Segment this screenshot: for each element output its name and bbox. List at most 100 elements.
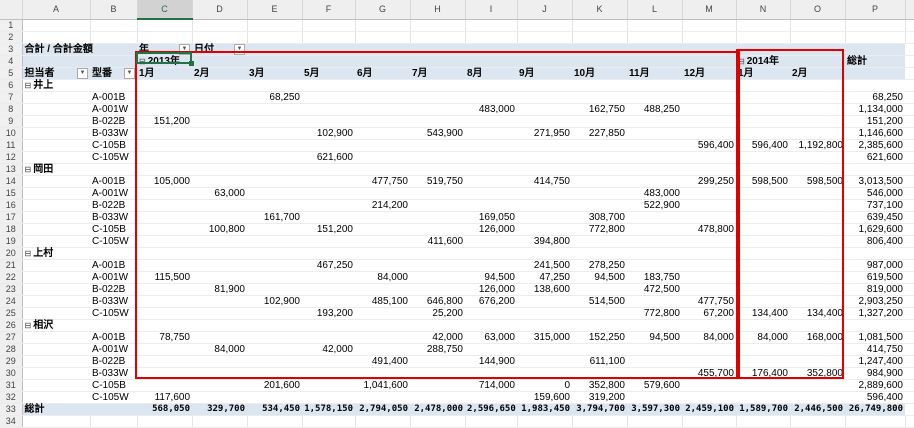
cell[interactable] — [845, 247, 905, 260]
cell[interactable] — [627, 43, 682, 56]
collapse-icon[interactable]: ⊟ — [25, 248, 32, 259]
row-number[interactable]: 34 — [0, 415, 23, 428]
column-header-F[interactable]: F — [302, 0, 356, 20]
value-cell[interactable]: 455,700 — [682, 367, 736, 380]
value-cell[interactable]: 611,100 — [572, 355, 627, 368]
row-total-cell[interactable]: 3,013,500 — [845, 175, 905, 188]
cell[interactable] — [247, 43, 302, 56]
value-cell[interactable] — [247, 127, 302, 140]
cell[interactable] — [627, 79, 682, 92]
value-cell[interactable] — [192, 211, 247, 224]
value-cell[interactable] — [517, 199, 572, 212]
row-number[interactable]: 26 — [0, 319, 23, 332]
value-cell[interactable] — [355, 211, 410, 224]
cell[interactable] — [905, 235, 914, 248]
value-cell[interactable] — [682, 379, 736, 392]
row-total-cell[interactable]: 1,247,400 — [845, 355, 905, 368]
value-cell[interactable] — [682, 235, 736, 248]
cell[interactable] — [627, 247, 682, 260]
row-total-cell[interactable]: 1,081,500 — [845, 331, 905, 344]
column-header-I[interactable]: I — [465, 0, 518, 20]
value-cell[interactable] — [736, 379, 790, 392]
value-cell[interactable] — [192, 391, 247, 404]
cell[interactable] — [465, 163, 517, 176]
cell[interactable] — [572, 163, 627, 176]
value-cell[interactable] — [137, 151, 192, 164]
value-cell[interactable] — [736, 103, 790, 116]
value-cell[interactable]: 288,750 — [410, 343, 465, 356]
value-cell[interactable]: 169,050 — [465, 211, 517, 224]
cell[interactable] — [22, 187, 90, 200]
cell[interactable] — [355, 319, 410, 332]
value-cell[interactable] — [736, 151, 790, 164]
value-cell[interactable] — [137, 103, 192, 116]
year-filter-dropdown-icon[interactable]: ▼ — [179, 43, 190, 55]
cell[interactable] — [905, 91, 914, 104]
cell[interactable] — [736, 31, 791, 44]
month-header[interactable]: 1月 — [736, 67, 790, 80]
value-cell[interactable]: 134,400 — [790, 307, 845, 320]
value-cell[interactable] — [627, 115, 682, 128]
column-total-cell[interactable]: 329,700 — [192, 402, 247, 416]
cell[interactable] — [302, 31, 356, 44]
cell[interactable] — [410, 55, 465, 68]
row-total-cell[interactable]: 596,400 — [845, 391, 905, 404]
value-cell[interactable] — [302, 355, 355, 368]
cell[interactable] — [790, 415, 846, 428]
value-cell[interactable]: 485,100 — [355, 295, 410, 308]
value-cell[interactable]: 161,700 — [247, 211, 302, 224]
cell[interactable] — [90, 43, 137, 56]
cell[interactable] — [302, 43, 355, 56]
cell[interactable] — [90, 319, 137, 332]
cell[interactable] — [682, 163, 736, 176]
value-cell[interactable]: 84,000 — [192, 343, 247, 356]
cell[interactable] — [905, 19, 914, 32]
value-cell[interactable] — [627, 367, 682, 380]
row-number[interactable]: 29 — [0, 355, 23, 368]
model-label[interactable]: A-001W — [90, 271, 137, 284]
cell[interactable] — [905, 295, 914, 308]
cell[interactable] — [736, 415, 791, 428]
value-cell[interactable]: 227,850 — [572, 127, 627, 140]
cell[interactable] — [90, 247, 137, 260]
cell[interactable] — [137, 31, 193, 44]
value-cell[interactable] — [465, 115, 517, 128]
value-cell[interactable]: 94,500 — [627, 331, 682, 344]
person-group-header[interactable]: ⊟ 上村 — [22, 247, 90, 260]
cell[interactable] — [137, 319, 192, 332]
value-cell[interactable] — [247, 199, 302, 212]
value-cell[interactable]: 94,500 — [572, 271, 627, 284]
collapse-icon[interactable]: ⊟ — [139, 56, 146, 67]
value-cell[interactable] — [302, 283, 355, 296]
value-cell[interactable] — [790, 115, 845, 128]
value-cell[interactable] — [410, 355, 465, 368]
cell[interactable] — [410, 319, 465, 332]
model-label[interactable]: A-001B — [90, 175, 137, 188]
value-cell[interactable] — [790, 127, 845, 140]
model-label[interactable]: B-022B — [90, 355, 137, 368]
column-header-N[interactable]: N — [736, 0, 791, 20]
value-cell[interactable]: 299,250 — [682, 175, 736, 188]
cell[interactable] — [905, 79, 914, 92]
model-label[interactable]: B-033W — [90, 295, 137, 308]
date-field-header[interactable]: 日付 ▼ — [192, 43, 247, 56]
grand-total-label[interactable]: 総計 — [22, 402, 90, 416]
value-cell[interactable] — [302, 175, 355, 188]
column-total-cell[interactable]: 2,446,500 — [790, 402, 845, 416]
cell[interactable] — [905, 343, 914, 356]
row-number[interactable]: 1 — [0, 19, 23, 32]
cell[interactable] — [22, 415, 91, 428]
value-cell[interactable] — [302, 115, 355, 128]
cell[interactable] — [247, 319, 302, 332]
value-cell[interactable] — [302, 235, 355, 248]
value-cell[interactable] — [790, 343, 845, 356]
cell[interactable] — [192, 55, 247, 68]
row-total-cell[interactable]: 806,400 — [845, 235, 905, 248]
row-number[interactable]: 11 — [0, 139, 23, 152]
value-cell[interactable] — [682, 115, 736, 128]
value-cell[interactable] — [355, 103, 410, 116]
cell[interactable] — [682, 415, 737, 428]
cell[interactable] — [627, 319, 682, 332]
value-cell[interactable]: 25,200 — [410, 307, 465, 320]
value-cell[interactable] — [247, 187, 302, 200]
